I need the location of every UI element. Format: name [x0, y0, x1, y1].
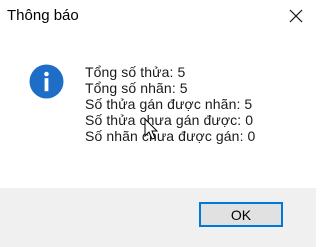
dialog-title: Thông báo	[7, 7, 79, 24]
button-bar: OK	[0, 188, 316, 247]
dialog-body: Tổng số thửa: 5 Tổng số nhãn: 5 Số thửa …	[0, 34, 316, 188]
message-line-total-labels: Tổng số nhãn: 5	[85, 80, 188, 96]
ok-button[interactable]: OK	[199, 202, 283, 227]
message-line-labels-unassigned: Số nhãn chưa được gán: 0	[85, 128, 256, 144]
info-icon	[29, 64, 64, 99]
mouse-cursor-icon	[144, 117, 160, 142]
message-line-parcels-labeled: Số thửa gán được nhãn: 5	[85, 96, 253, 112]
message-text: Tổng số thửa: 5 Tổng số nhãn: 5 Số thửa …	[85, 64, 255, 144]
message-line-parcels-unassigned: Số thửa chưa gán được: 0	[85, 112, 254, 128]
close-button[interactable]	[276, 0, 316, 32]
close-icon	[289, 9, 303, 23]
title-bar: Thông báo	[0, 0, 316, 34]
message-line-total-parcels: Tổng số thửa: 5	[85, 64, 186, 80]
message-dialog: Thông báo Tổng số thửa: 5 Tổng số nhãn: …	[0, 0, 316, 247]
